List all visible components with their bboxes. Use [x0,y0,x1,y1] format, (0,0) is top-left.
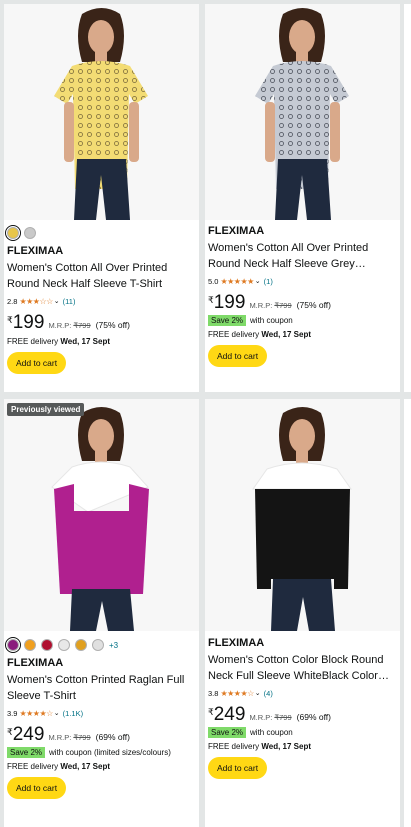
price-value: 249 [213,704,246,725]
rating-value: 3.9 [7,708,18,718]
coupon-text: with coupon (limited sizes/colours) [49,748,171,757]
purple-swatch-icon[interactable] [5,637,21,653]
model-black-white-colorblock-tshirt-illustration [252,407,352,631]
chevron-down-icon[interactable]: ⌄ [255,277,261,285]
product-image[interactable] [205,4,400,220]
price-row: ₹ 199 M.R.P: ₹799 (75% off) [208,293,396,313]
rating-value: 2.8 [7,296,18,306]
mrp-value: ₹799 [73,321,91,330]
grey-print-swatch-icon[interactable] [24,227,36,239]
mrp-value: ₹799 [73,733,91,742]
product-card[interactable]: Previously viewed +3 FLEXIMAA Women's Co… [4,399,199,827]
product-image[interactable] [205,399,400,631]
rating-row[interactable]: 2.8 ★★★☆☆ ⌄ (11) [7,295,195,307]
add-to-cart-button[interactable]: Add to cart [7,777,67,799]
product-brand: FLEXIMAA [208,637,265,649]
next-product-card-edge[interactable] [404,399,411,827]
rating-row[interactable]: 5.0 ★★★★★ ⌄ (1) [208,275,396,287]
yellow-print-swatch-icon[interactable] [5,225,21,241]
add-to-cart-button[interactable]: Add to cart [208,345,268,367]
price-value: 199 [213,292,246,313]
rating-count[interactable]: (11) [63,297,76,306]
rating-value: 5.0 [208,276,219,286]
mustard-swatch-icon[interactable] [75,639,87,651]
mrp-value: ₹799 [274,301,292,310]
coupon-row: Save 2% with coupon [208,727,396,738]
rating-value: 3.8 [208,688,219,698]
discount-percent: (75% off) [95,320,130,330]
rating-row[interactable]: 3.8 ★★★★☆ ⌄ (4) [208,687,396,699]
mrp-label: M.R.P: [249,301,273,310]
save-badge: Save 2% [208,315,247,326]
coupon-row: Save 2% with coupon [208,315,396,326]
product-brand: FLEXIMAA [7,245,64,257]
discount-percent: (69% off) [95,732,130,742]
add-to-cart-button[interactable]: Add to cart [7,352,67,374]
star-rating-icon: ★★★★★ [220,276,254,286]
product-card[interactable]: FLEXIMAA Women's Cotton All Over Printed… [4,4,199,392]
rating-count[interactable]: (4) [264,689,273,698]
coupon-text: with coupon [250,316,293,325]
rating-row[interactable]: 3.9 ★★★★☆ ⌄ (1.1K) [7,707,195,719]
rating-count[interactable]: (1.1K) [63,709,83,718]
mrp-value: ₹799 [274,713,292,722]
price-row: ₹ 249 M.R.P: ₹799 (69% off) [7,725,195,745]
star-rating-icon: ★★★★☆ [220,688,254,698]
price-value: 199 [12,312,45,333]
chevron-down-icon[interactable]: ⌄ [255,689,261,697]
coupon-row: Save 2% with coupon (limited sizes/colou… [7,747,195,758]
discount-percent: (75% off) [296,300,331,310]
model-purple-raglan-tshirt-illustration [51,407,149,631]
light-grey-swatch-icon[interactable] [92,639,104,651]
maroon-swatch-icon[interactable] [41,639,53,651]
star-rating-icon: ★★★☆☆ [19,296,53,306]
delivery-info: FREE delivery Wed, 17 Sept [7,337,111,346]
product-title[interactable]: Women's Cotton All Over Printed Round Ne… [208,240,396,272]
add-to-cart-button[interactable]: Add to cart [208,757,268,779]
product-brand: FLEXIMAA [208,225,265,237]
chevron-down-icon[interactable]: ⌄ [54,709,60,717]
price-row: ₹ 249 M.R.P: ₹799 (69% off) [208,705,396,725]
previously-viewed-badge: Previously viewed [7,403,85,416]
product-card[interactable]: FLEXIMAA Women's Cotton All Over Printed… [205,4,400,392]
delivery-info: FREE delivery Wed, 17 Sept [208,742,312,751]
product-image[interactable] [4,4,199,220]
price-value: 249 [12,724,45,745]
mrp-label: M.R.P: [48,733,72,742]
product-title[interactable]: Women's Cotton Color Block Round Neck Fu… [208,652,396,684]
delivery-info: FREE delivery Wed, 17 Sept [208,330,312,339]
star-rating-icon: ★★★★☆ [19,708,53,718]
rating-count[interactable]: (1) [264,277,273,286]
coupon-text: with coupon [250,728,293,737]
white-swatch-icon[interactable] [58,639,70,651]
product-brand: FLEXIMAA [7,657,64,669]
mrp-label: M.R.P: [249,713,273,722]
chevron-down-icon[interactable]: ⌄ [54,297,60,305]
price-row: ₹ 199 M.R.P: ₹799 (75% off) [7,313,195,333]
product-image[interactable]: Previously viewed [4,399,199,631]
orange-swatch-icon[interactable] [24,639,36,651]
discount-percent: (69% off) [296,712,331,722]
model-yellow-tshirt-illustration [54,8,148,220]
color-swatches [5,225,195,241]
product-card[interactable]: FLEXIMAA Women's Cotton Color Block Roun… [205,399,400,827]
product-title[interactable]: Women's Cotton All Over Printed Round Ne… [7,260,195,292]
product-title[interactable]: Women's Cotton Printed Raglan Full Sleev… [7,672,195,704]
model-grey-tshirt-illustration [255,8,349,220]
delivery-info: FREE delivery Wed, 17 Sept [7,762,111,771]
save-badge: Save 2% [7,747,46,758]
color-swatches: +3 [5,637,195,653]
next-product-card-edge[interactable] [404,4,411,392]
more-swatches-link[interactable]: +3 [109,641,118,650]
save-badge: Save 2% [208,727,247,738]
mrp-label: M.R.P: [48,321,72,330]
